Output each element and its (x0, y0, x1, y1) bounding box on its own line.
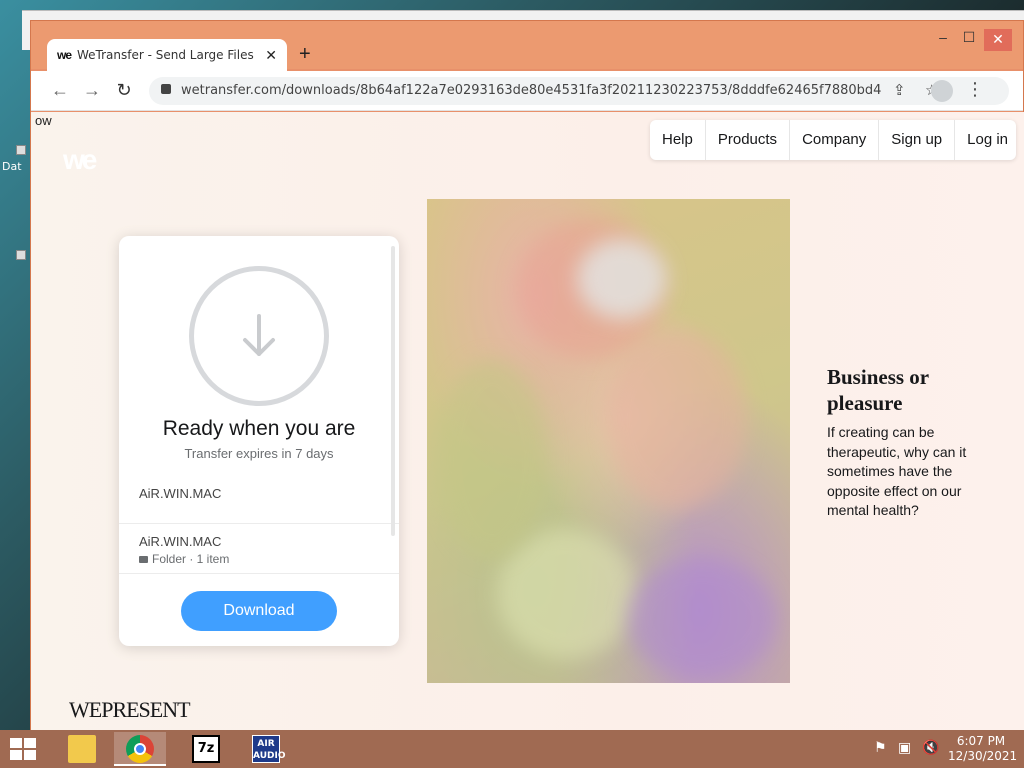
download-card: Ready when you are Transfer expires in 7… (119, 236, 399, 646)
nav-help[interactable]: Help (650, 120, 706, 160)
chrome-icon (126, 735, 154, 763)
nav-sign-up[interactable]: Sign up (879, 120, 956, 160)
minimize-button[interactable]: – (929, 29, 957, 45)
promo-body[interactable]: If creating can be therapeutic, why can … (827, 423, 987, 521)
desktop-icon-label: Dat (2, 160, 22, 173)
wepresent-artwork-image[interactable] (427, 199, 790, 683)
top-navigation: Help Products Company Sign up Log in (650, 120, 1016, 160)
network-icon[interactable]: ▣ (898, 739, 911, 756)
nav-products[interactable]: Products (706, 120, 791, 160)
file-meta-text: Folder · 1 item (152, 552, 230, 566)
browser-toolbar: ← → ↻ wetransfer.com/downloads/8b64af122… (31, 71, 1023, 111)
system-clock[interactable]: 6:07 PM 12/30/2021 (948, 734, 1018, 764)
page-content: ow we Help Products Company Sign up Log … (31, 112, 1024, 738)
share-icon[interactable]: ⇪ (893, 81, 906, 99)
address-bar[interactable]: wetransfer.com/downloads/8b64af122a7e029… (149, 77, 1009, 105)
divider (119, 523, 399, 524)
expiry-text: Transfer expires in 7 days (184, 446, 334, 461)
maximize-button[interactable]: ☐ (955, 29, 983, 46)
action-center-flag-icon[interactable]: ⚑ (874, 739, 887, 756)
clock-time: 6:07 PM (956, 734, 1006, 748)
close-window-button[interactable]: ✕ (984, 29, 1012, 51)
air-audio-taskbar-button[interactable]: AIR AUDIO (240, 732, 292, 766)
desktop-shortcut-icon-2[interactable] (16, 250, 26, 260)
title-bar: we WeTransfer - Send Large Files & ✕ + –… (31, 21, 1023, 71)
tab-close-icon[interactable]: ✕ (265, 47, 277, 64)
download-arrow-icon (189, 266, 329, 406)
folder-icon (139, 555, 148, 563)
7zip-taskbar-button[interactable]: 7z (180, 732, 232, 766)
clock-date: 12/30/2021 (948, 749, 1018, 763)
card-scrollbar[interactable] (391, 246, 395, 536)
wetransfer-favicon-icon: we (57, 48, 72, 62)
volume-muted-icon[interactable]: 🔇 (922, 739, 939, 756)
url-text[interactable]: wetransfer.com/downloads/8b64af122a7e029… (181, 83, 881, 98)
air-audio-icon: AIR AUDIO (252, 735, 285, 763)
wetransfer-logo[interactable]: we (63, 144, 97, 176)
file-name: AiR.WIN.MAC (139, 534, 222, 549)
taskbar: 7z AIR AUDIO ⚑ ▣ 🔇 6:07 PM 12/30/2021 (0, 730, 1024, 768)
tab-title: WeTransfer - Send Large Files & (77, 48, 257, 62)
profile-avatar-icon[interactable] (931, 80, 953, 102)
browser-menu-icon[interactable]: ⋮ (966, 79, 984, 100)
reload-icon[interactable]: ↻ (113, 80, 135, 101)
windows-start-icon[interactable] (10, 738, 36, 760)
nav-log-in[interactable]: Log in (955, 120, 1020, 160)
wepresent-logo[interactable]: WEPRESENT (69, 697, 191, 723)
desktop-shortcut-icon[interactable] (16, 145, 26, 155)
truncated-text: ow (35, 113, 52, 128)
folder-icon (68, 735, 96, 763)
7zip-icon: 7z (192, 735, 220, 763)
file-explorer-taskbar-button[interactable] (56, 732, 108, 766)
promo-heading[interactable]: Business or pleasure (827, 364, 997, 416)
download-button[interactable]: Download (181, 591, 337, 631)
browser-window: we WeTransfer - Send Large Files & ✕ + –… (30, 20, 1024, 738)
chrome-taskbar-button[interactable] (114, 732, 166, 766)
transfer-title: AiR.WIN.MAC (139, 486, 222, 501)
card-heading: Ready when you are (162, 417, 356, 440)
forward-icon[interactable]: → (81, 80, 103, 101)
browser-tab[interactable]: we WeTransfer - Send Large Files & ✕ (47, 39, 287, 71)
back-icon[interactable]: ← (49, 80, 71, 101)
nav-company[interactable]: Company (790, 120, 880, 160)
divider-bottom (119, 573, 399, 574)
file-meta: Folder · 1 item (139, 552, 229, 566)
lock-icon[interactable] (161, 84, 171, 94)
new-tab-button[interactable]: + (299, 43, 311, 66)
